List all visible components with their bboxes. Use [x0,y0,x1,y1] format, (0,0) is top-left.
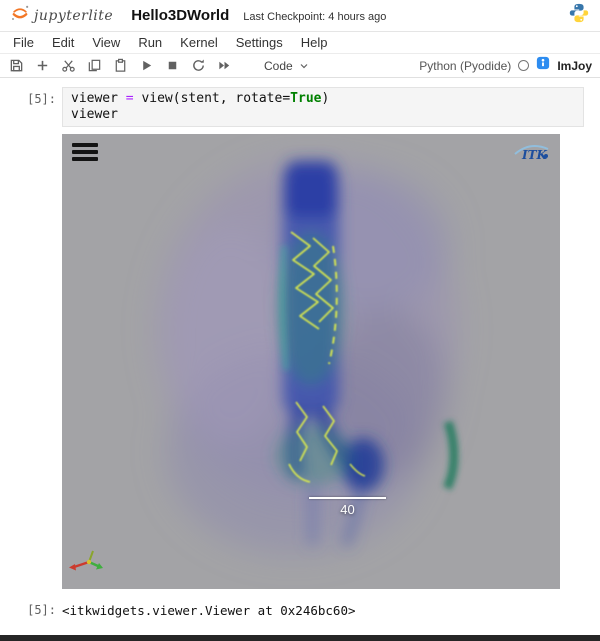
code-editor[interactable]: viewer = view(stent, rotate=True) viewer [62,87,584,127]
run-cell-button[interactable] [138,57,155,74]
python-logo-icon [568,2,590,29]
cell-type-dropdown[interactable]: Code [264,59,310,73]
paste-cell-button[interactable] [112,57,129,74]
output-prompt-empty [0,134,62,139]
jupyterlite-window: jupyterlite Hello3DWorld Last Checkpoint… [0,0,600,641]
cut-cell-button[interactable] [60,57,77,74]
viewer-menu-button[interactable] [72,143,98,161]
widget-output-area: ITK 40 [0,134,600,589]
itk-logo-text: ITK [521,148,548,162]
copy-cell-button[interactable] [86,57,103,74]
code-token: viewer [71,107,118,122]
header: jupyterlite Hello3DWorld Last Checkpoint… [0,0,600,32]
menu-bar: File Edit View Run Kernel Settings Help [0,32,600,54]
menu-help[interactable]: Help [292,35,337,50]
interrupt-kernel-button[interactable] [164,57,181,74]
code-cell: [5]: viewer = view(stent, rotate=True) v… [0,87,600,127]
plus-icon [35,58,50,73]
restart-icon [191,58,206,73]
add-cell-button[interactable] [34,57,51,74]
scale-bar: 40 [309,497,386,517]
itk-logo: ITK [510,139,552,169]
cell-type-value: Code [264,59,293,73]
axes-icon [67,545,105,579]
stop-icon [165,58,180,73]
kernel-name[interactable]: Python (Pyodide) [419,59,511,73]
code-token: viewer [71,91,126,106]
checkpoint-status: Last Checkpoint: 4 hours ago [243,11,386,23]
progress-bar [0,635,600,641]
save-icon [9,58,24,73]
menu-file[interactable]: File [4,35,43,50]
itk-3d-viewer[interactable]: ITK 40 [62,134,560,589]
code-token: ) [321,91,329,106]
notebook-toolbar: Code Python (Pyodide) ImJoy [0,54,600,78]
output-prompt: [5]: [0,598,62,617]
notebook-panel: [5]: viewer = view(stent, rotate=True) v… [0,78,600,618]
scale-bar-line [309,497,386,499]
scissors-icon [61,58,76,73]
jupyter-logo-icon [10,3,30,28]
run-icon [139,58,154,73]
menu-run[interactable]: Run [129,35,171,50]
fast-forward-icon [217,58,232,73]
scale-bar-value: 40 [309,502,386,517]
hamburger-icon [72,143,98,147]
menu-edit[interactable]: Edit [43,35,83,50]
imjoy-icon [536,56,550,75]
chevron-down-icon [298,60,310,72]
input-prompt: [5]: [0,87,62,106]
logo-text: jupyterlite [34,8,113,24]
menu-view[interactable]: View [83,35,129,50]
code-token: = [126,91,142,106]
output-repr: <itkwidgets.viewer.Viewer at 0x246bc60> [62,598,356,618]
jupyterlite-logo[interactable]: jupyterlite [10,3,113,28]
menu-kernel[interactable]: Kernel [171,35,227,50]
clipboard-icon [113,58,128,73]
kernel-status-icon [518,60,529,71]
code-token: True [290,91,321,106]
restart-kernel-button[interactable] [190,57,207,74]
imjoy-button[interactable]: ImJoy [557,59,592,73]
volume-rendering[interactable] [62,134,560,589]
text-output-area: [5]: <itkwidgets.viewer.Viewer at 0x246b… [0,598,600,618]
restart-run-all-button[interactable] [216,57,233,74]
orientation-axes-widget[interactable] [67,545,105,584]
code-token: view(stent, rotate= [141,91,290,106]
save-button[interactable] [8,57,25,74]
copy-icon [87,58,102,73]
menu-settings[interactable]: Settings [227,35,292,50]
notebook-title[interactable]: Hello3DWorld [131,7,229,24]
